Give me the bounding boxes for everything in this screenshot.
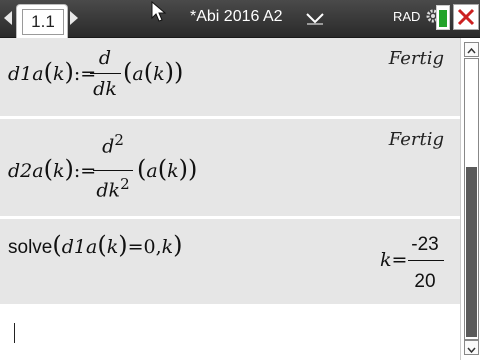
fraction-bar [93, 170, 133, 171]
fraction-numerator: d2 [102, 131, 124, 158]
function-name: d2a [8, 160, 44, 182]
inner-arg: k [106, 236, 119, 258]
entry-input[interactable]: solve(d1a(k)=0,k) [8, 231, 183, 259]
scroll-track[interactable] [464, 58, 479, 340]
function-name: d1a [8, 63, 44, 85]
close-icon[interactable] [453, 4, 479, 30]
paren: ( [52, 231, 62, 259]
entry-input-line[interactable] [0, 307, 460, 360]
equation-rhs: =0, [127, 236, 162, 258]
function-arg: k [52, 160, 65, 182]
scroll-up-button[interactable] [464, 42, 479, 57]
entry-result[interactable]: Fertig [389, 129, 444, 150]
entry-result[interactable]: k= [380, 249, 407, 271]
battery-level [439, 10, 447, 27]
document-title[interactable]: *Abi 2016 A2 [190, 8, 283, 26]
angle-mode-indicator: RAD [393, 9, 421, 24]
scroll-down-button[interactable] [464, 340, 479, 355]
fraction-numerator: -23 [411, 234, 439, 255]
result-variable: k [380, 249, 392, 271]
chevron-right-icon[interactable] [70, 11, 78, 25]
paren: ) [64, 155, 74, 183]
history-entry[interactable]: d2a(k):= d2 dk2 (a(k)) Fertig [0, 119, 460, 216]
tab-label[interactable]: 1.1 [22, 9, 64, 35]
calculator-history: d1a(k):= d dk (a(k)) Fertig d2a(k):= d2 … [0, 38, 460, 360]
inner-function: d1a [61, 236, 98, 258]
inner-expression: (a(k)) [137, 155, 198, 183]
fraction-bar [90, 73, 121, 74]
entry-result[interactable]: Fertig [389, 48, 444, 69]
chevron-left-icon[interactable] [4, 11, 12, 25]
chevron-down-icon[interactable] [305, 11, 325, 25]
history-entry[interactable]: d1a(k):= d dk (a(k)) Fertig [0, 38, 460, 116]
fraction-numerator: d [98, 47, 112, 69]
fraction-denominator: 20 [414, 271, 436, 292]
battery-icon [436, 5, 450, 30]
entry-input[interactable]: d1a(k):= [8, 58, 96, 86]
chevron-down-icon [467, 347, 476, 354]
scrollbar[interactable] [460, 38, 480, 360]
fraction-denominator: dk [93, 78, 117, 100]
paren: ( [43, 58, 53, 86]
text-cursor [14, 323, 15, 343]
fraction-bar [408, 260, 444, 261]
title-bar: 1.1 *Abi 2016 A2 RAD [0, 0, 480, 38]
entry-input[interactable]: d2a(k):= [8, 155, 96, 183]
fraction-denominator: dk2 [96, 175, 130, 202]
paren: ( [43, 155, 53, 183]
paren: ) [64, 58, 74, 86]
scroll-thumb[interactable] [466, 167, 477, 337]
function-name: solve [8, 237, 53, 258]
tab-page[interactable]: 1.1 [16, 4, 68, 38]
cursor-icon [151, 1, 167, 22]
history-entry[interactable]: solve(d1a(k)=0,k) k= -23 20 [0, 219, 460, 304]
function-arg: k [52, 63, 65, 85]
chevron-up-icon [467, 47, 476, 54]
solve-variable: k [161, 236, 174, 258]
inner-expression: (a(k)) [123, 58, 184, 86]
